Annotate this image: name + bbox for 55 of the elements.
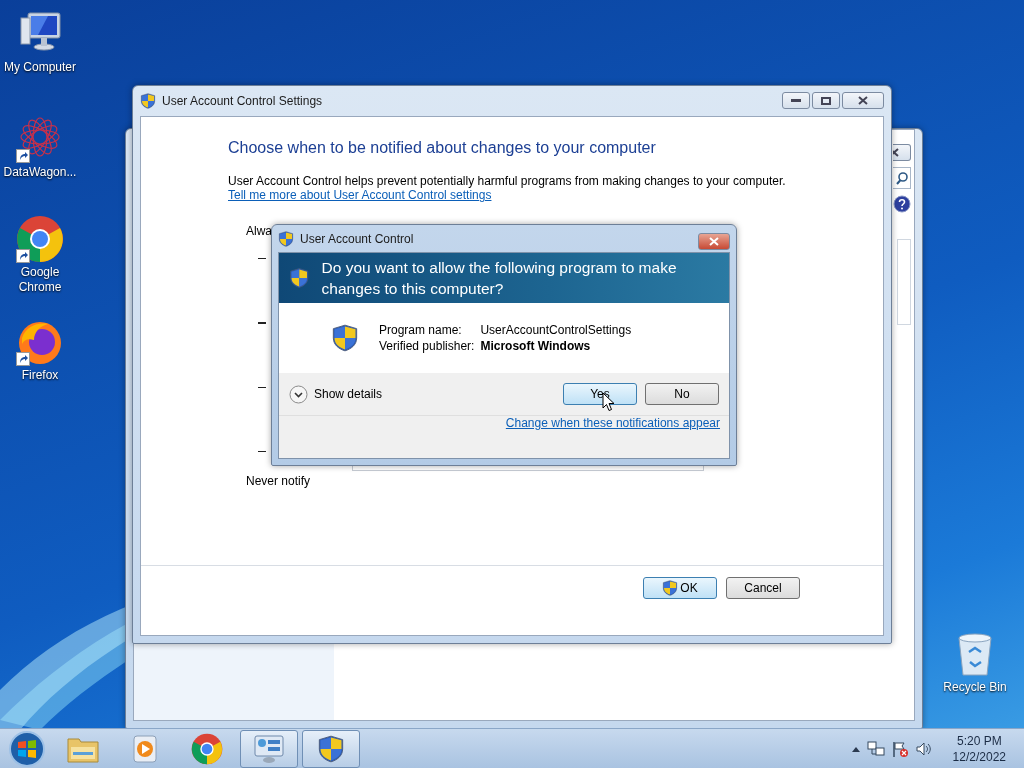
shield-icon [140, 93, 156, 109]
slider-tick [258, 387, 266, 388]
computer-icon[interactable] [18, 10, 62, 54]
shield-icon [662, 580, 679, 596]
help-icon[interactable] [893, 195, 911, 213]
close-button[interactable] [842, 92, 884, 109]
chrome-icon [191, 732, 223, 765]
shield-icon [331, 324, 359, 352]
play-icon [130, 733, 160, 764]
ok-button[interactable]: OK [643, 577, 717, 599]
network-icon[interactable] [866, 739, 885, 758]
page-heading: Choose when to be notified about changes to your computer [228, 139, 657, 157]
minimize-icon [791, 99, 801, 102]
clock-date: 12/2/2022 [952, 748, 1006, 765]
slider-tick [258, 258, 266, 259]
desktop-icon-label: Firefox [21, 368, 59, 383]
flag-icon[interactable] [890, 739, 909, 758]
dialog-title: User Account Control [300, 231, 415, 246]
shield-icon [317, 734, 345, 763]
clock[interactable]: 5:20 PM 12/2/2022 [952, 732, 1012, 765]
chevron-icon [289, 384, 308, 404]
search-field[interactable] [893, 167, 911, 189]
settings-link[interactable]: Change when these notifications appear [505, 416, 720, 430]
shield-icon [278, 230, 294, 247]
field-value: Microsoft Windows [480, 339, 592, 353]
field-label: Program name: [379, 323, 463, 337]
desktop-icon-label: My Computer [4, 60, 76, 75]
maximize-icon [821, 96, 831, 105]
field-label: Verified publisher: [379, 339, 475, 353]
taskbar-button[interactable] [302, 729, 360, 768]
help-link[interactable]: Tell me more about User Account Control settings [228, 188, 492, 202]
question-text: Do you want to allow the following program to make changes to this computer? [321, 258, 678, 299]
slider-label: Never notify [246, 474, 311, 488]
star-pattern-icon[interactable] [18, 115, 62, 159]
maximize-button[interactable] [812, 92, 840, 109]
search-icon [895, 171, 908, 185]
no-button[interactable]: No [645, 383, 719, 405]
slider-tick [258, 451, 266, 452]
window-title: User Account Control Settings [162, 94, 324, 108]
close-button[interactable] [893, 144, 911, 161]
slider-label: Alwa [246, 224, 272, 238]
desktop-icon-label: DataWagon... [3, 165, 77, 180]
desktop-icon-label: Google Chrome [17, 265, 63, 295]
description-text: User Account Control helps prevent potentially harmful programs from making changes to your computer. [228, 174, 787, 188]
clock-time: 5:20 PM [956, 732, 1002, 749]
desktop-icon-label: Recycle Bin [943, 680, 1007, 695]
close-button[interactable] [698, 233, 730, 250]
chrome-icon[interactable] [16, 215, 64, 263]
slider-tick [258, 322, 266, 324]
cancel-button[interactable]: Cancel [726, 577, 800, 599]
field-value: UserAccountControlSettings [480, 323, 632, 337]
minimize-button[interactable] [782, 92, 810, 109]
show-details-toggle[interactable]: Show details [289, 384, 383, 404]
taskbar-button[interactable] [240, 729, 298, 768]
control-panel-icon [253, 733, 285, 764]
